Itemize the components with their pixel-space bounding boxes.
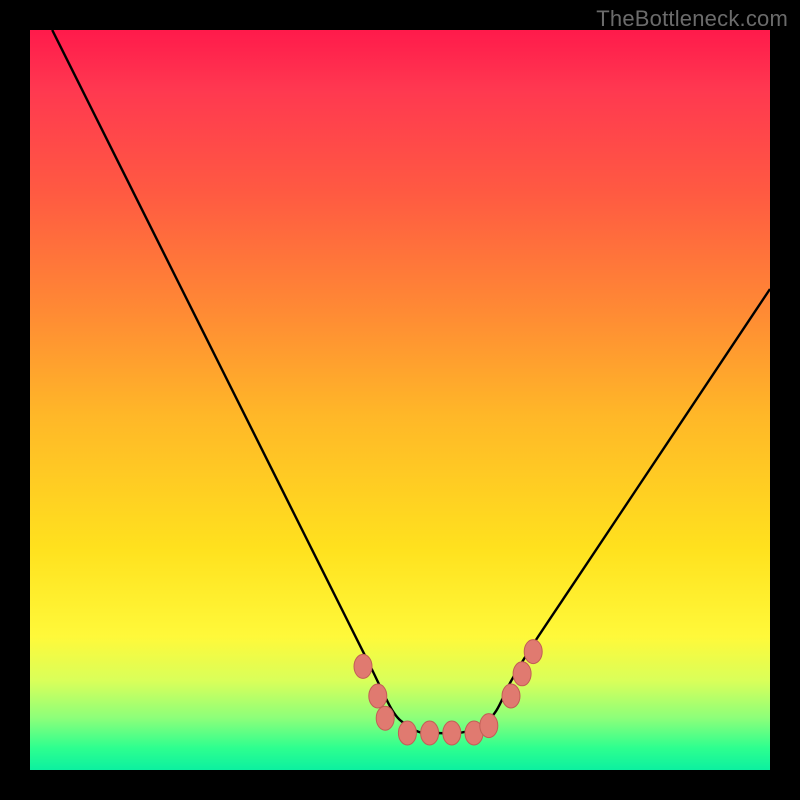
curve-marker [502, 684, 520, 708]
curve-marker [369, 684, 387, 708]
chart-svg [30, 30, 770, 770]
curve-marker [524, 640, 542, 664]
curve-marker [354, 654, 372, 678]
watermark-text: TheBottleneck.com [596, 6, 788, 32]
curve-marker [513, 662, 531, 686]
chart-plot-area [30, 30, 770, 770]
curve-marker [480, 714, 498, 738]
bottleneck-curve [52, 30, 770, 734]
curve-marker [398, 721, 416, 745]
curve-marker [421, 721, 439, 745]
curve-marker [443, 721, 461, 745]
chart-frame: TheBottleneck.com [0, 0, 800, 800]
marker-group [354, 640, 542, 745]
curve-marker [376, 706, 394, 730]
